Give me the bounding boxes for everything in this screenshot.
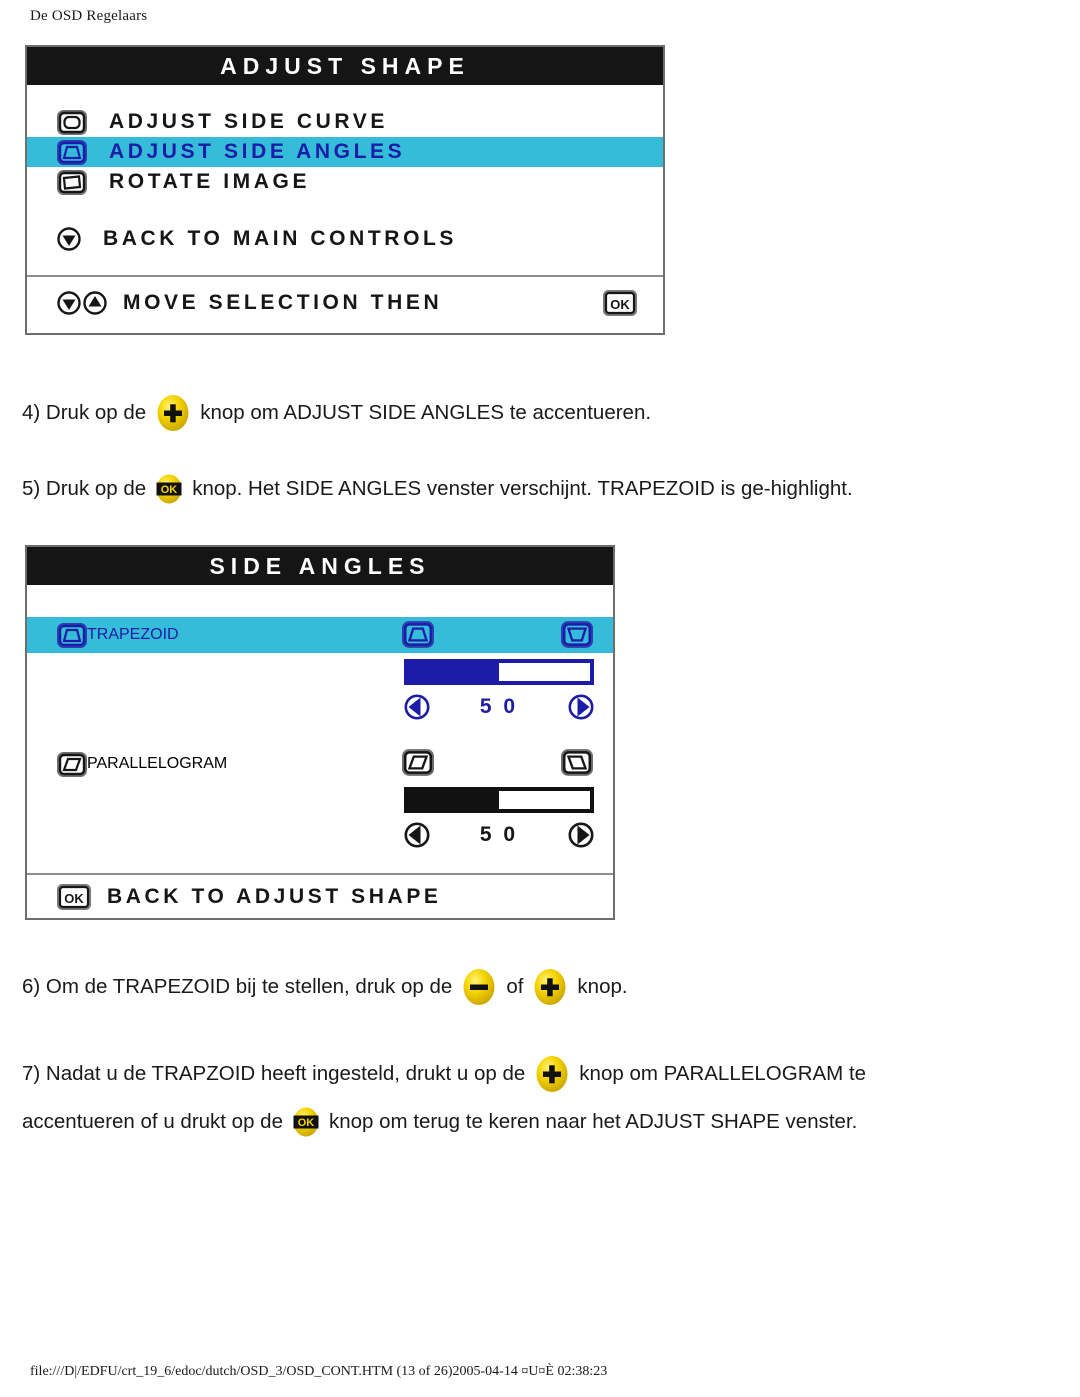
triangle-right-icon[interactable]	[568, 694, 594, 720]
trapezoid-value-controls: 5 0	[404, 691, 594, 723]
osd-title-side-angles: SIDE ANGLES	[27, 547, 613, 585]
circle-down-arrow-icon	[57, 227, 81, 251]
monitor-trapezoid-icon	[57, 139, 87, 165]
parallelogram-slider-track[interactable]	[404, 787, 594, 813]
plus-button-icon[interactable]	[531, 1053, 573, 1095]
svg-text:OK: OK	[610, 297, 630, 312]
menu-item-label: BACK TO ADJUST SHAPE	[107, 884, 442, 908]
menu-item-label: BACK TO MAIN CONTROLS	[103, 227, 458, 250]
minus-button-icon[interactable]	[458, 966, 500, 1008]
instruction-step-7-line-2: accentueren of u drukt op de OK knop om …	[22, 1105, 857, 1139]
osd-footer-label: MOVE SELECTION THEN	[123, 291, 443, 314]
ok-box-icon: OK	[56, 883, 92, 910]
parallelogram-value-controls: 5 0	[404, 819, 594, 851]
instruction-text: knop om ADJUST SIDE ANGLES te accentuere…	[200, 400, 652, 424]
monitor-trapezoid-narrow-top-icon	[561, 621, 593, 653]
osd-panel-side-angles: SIDE ANGLES TRAPEZOID 5 0 PARALLELOGRAM …	[25, 545, 615, 920]
monitor-flat-icon	[57, 109, 87, 135]
menu-item-adjust-side-curve[interactable]: ADJUST SIDE CURVE	[27, 107, 663, 137]
control-row-trapezoid[interactable]: TRAPEZOID	[27, 617, 179, 653]
instruction-text: 4) Druk op de	[22, 400, 147, 424]
triangle-left-icon[interactable]	[404, 694, 430, 720]
osd-footer-move-selection: MOVE SELECTION THEN OK	[27, 277, 663, 329]
trapezoid-value: 5 0	[479, 695, 519, 718]
triangle-right-icon[interactable]	[568, 822, 594, 848]
instruction-step-4: 4) Druk op de knop om ADJUST SIDE ANGLES…	[22, 392, 651, 434]
ok-box-icon: OK	[602, 289, 638, 317]
instruction-text: knop. Het SIDE ANGLES venster verschijnt…	[192, 476, 853, 500]
instruction-text: 7) Nadat u de TRAPZOID heeft ingesteld, …	[22, 1061, 526, 1085]
svg-text:OK: OK	[298, 1117, 315, 1129]
osd-body-adjust-shape: ADJUST SIDE CURVE ADJUST SIDE ANGLES ROT…	[27, 85, 663, 329]
control-row-parallelogram[interactable]: PARALLELOGRAM	[27, 746, 227, 782]
parallelogram-value: 5 0	[479, 823, 519, 846]
monitor-rotate-icon	[57, 169, 87, 195]
ok-button-icon[interactable]: OK	[152, 472, 186, 506]
monitor-parallelogram-icon	[57, 751, 87, 777]
trapezoid-slider-fill	[408, 663, 499, 681]
menu-item-label: ADJUST SIDE ANGLES	[109, 140, 406, 163]
menu-item-back-to-main-controls[interactable]: BACK TO MAIN CONTROLS	[27, 219, 663, 259]
instruction-text: 6) Om de TRAPEZOID bij te stellen, druk …	[22, 974, 453, 998]
osd-body-side-angles: TRAPEZOID 5 0 PARALLELOGRAM 5 0 OK BACK …	[27, 585, 613, 918]
svg-text:OK: OK	[64, 891, 84, 906]
menu-item-adjust-side-angles[interactable]: ADJUST SIDE ANGLES	[27, 137, 663, 167]
plus-button-icon[interactable]	[529, 966, 571, 1008]
menu-item-label: ADJUST SIDE CURVE	[109, 110, 389, 133]
instruction-step-5: 5) Druk op de OK knop. Het SIDE ANGLES v…	[22, 472, 853, 506]
control-label: TRAPEZOID	[87, 626, 179, 643]
menu-item-back-to-adjust-shape[interactable]: OK BACK TO ADJUST SHAPE	[27, 875, 613, 918]
monitor-trapezoid-narrow-bottom-icon	[402, 621, 434, 653]
monitor-parallelogram-right-icon	[561, 749, 593, 781]
instruction-text: of	[506, 974, 524, 998]
instruction-text: accentueren of u drukt op de	[22, 1109, 283, 1133]
monitor-parallelogram-left-icon	[402, 749, 434, 781]
menu-item-label: ROTATE IMAGE	[109, 170, 311, 193]
page-title: De OSD Regelaars	[30, 8, 148, 24]
svg-text:OK: OK	[161, 484, 178, 496]
osd-panel-adjust-shape: ADJUST SHAPE ADJUST SIDE CURVE ADJUST SI…	[25, 45, 665, 335]
ok-button-icon[interactable]: OK	[289, 1105, 323, 1139]
instruction-step-6: 6) Om de TRAPEZOID bij te stellen, druk …	[22, 966, 628, 1008]
parallelogram-slider-fill	[408, 791, 499, 809]
triangle-left-icon[interactable]	[404, 822, 430, 848]
instruction-step-7-line-1: 7) Nadat u de TRAPZOID heeft ingesteld, …	[22, 1053, 866, 1095]
instruction-text: 5) Druk op de	[22, 476, 147, 500]
menu-item-rotate-image[interactable]: ROTATE IMAGE	[27, 167, 663, 197]
instruction-text: knop om terug te keren naar het ADJUST S…	[329, 1109, 858, 1133]
plus-button-icon[interactable]	[152, 392, 194, 434]
instruction-text: knop om PARALLELOGRAM te	[579, 1061, 867, 1085]
control-label: PARALLELOGRAM	[87, 755, 228, 772]
monitor-trapezoid-icon	[57, 622, 87, 648]
osd-title-adjust-shape: ADJUST SHAPE	[27, 47, 663, 85]
trapezoid-slider-track[interactable]	[404, 659, 594, 685]
instruction-text: knop.	[577, 974, 628, 998]
circle-up-arrow-icon	[83, 291, 107, 315]
circle-down-arrow-icon	[57, 291, 81, 315]
page-footer-path: file:///D|/EDFU/crt_19_6/edoc/dutch/OSD_…	[30, 1364, 608, 1379]
